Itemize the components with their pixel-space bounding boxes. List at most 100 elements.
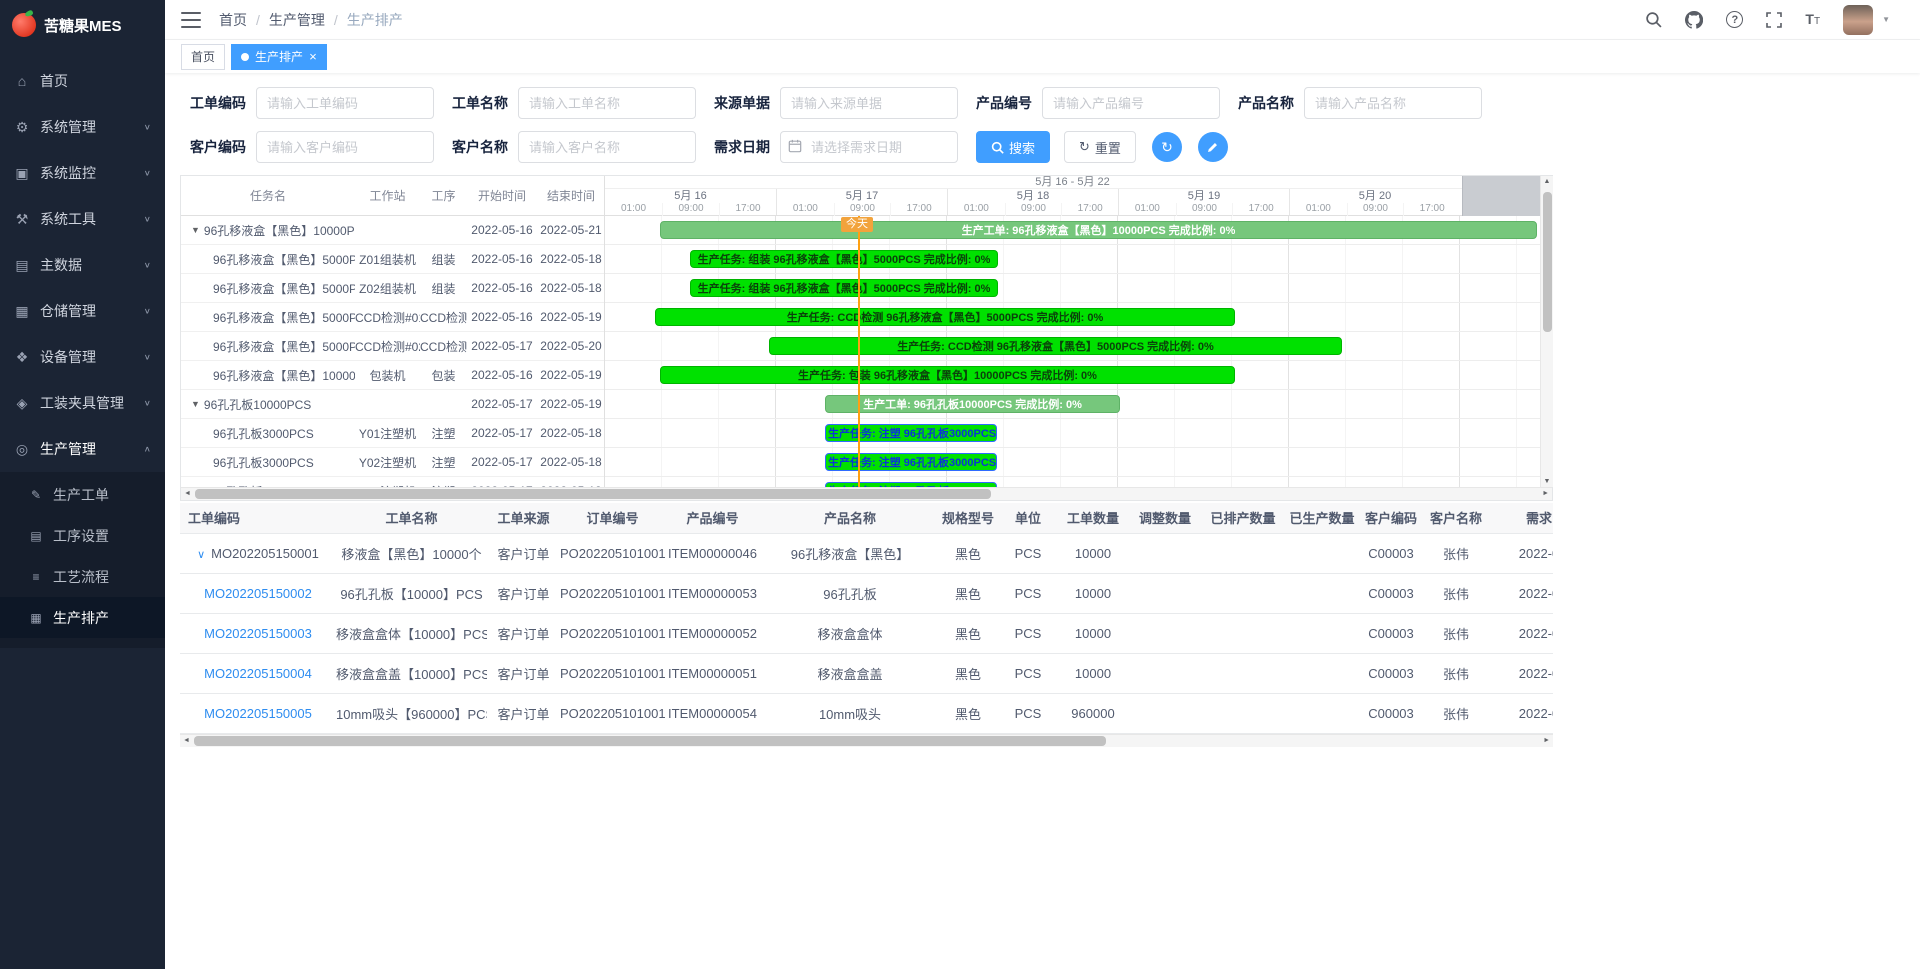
work-order-link[interactable]: MO202205150004 bbox=[204, 666, 312, 681]
hour-label: 17:00 bbox=[890, 203, 947, 216]
sidebar-toggle-icon[interactable] bbox=[181, 12, 201, 28]
vertical-scroll-thumb[interactable] bbox=[1543, 192, 1552, 332]
order-qty: 10000 bbox=[1060, 613, 1126, 653]
order-no: PO202205101001 bbox=[560, 653, 665, 693]
edit-schedule-button[interactable] bbox=[1198, 132, 1228, 162]
help-icon[interactable]: ? bbox=[1726, 11, 1743, 28]
gantt-bar[interactable]: 生产工单: 96孔孔板10000PCS 完成比例: 0% bbox=[825, 395, 1120, 413]
reset-button[interactable]: ↻ 重置 bbox=[1064, 131, 1136, 163]
customer-name: 张伟 bbox=[1420, 613, 1492, 653]
search-button[interactable]: 搜索 bbox=[976, 131, 1050, 163]
sidebar-item[interactable]: ◎ 生产管理 ∧ bbox=[0, 426, 165, 472]
gear-icon: ⚙ bbox=[14, 119, 30, 136]
filter-input[interactable] bbox=[518, 131, 696, 163]
gantt-bar[interactable]: 生产任务: 注塑 96孔孔板3000PCS 完成比例: 0% bbox=[825, 482, 997, 487]
gantt-bar[interactable]: 生产任务: 注塑 96孔孔板3000PCS 完成比例: 0% bbox=[825, 453, 997, 471]
sidebar-subitem[interactable]: ≡ 工艺流程 bbox=[0, 556, 165, 597]
expand-chevron-icon[interactable]: ∨ bbox=[197, 549, 205, 561]
sidebar-item[interactable]: ⚒ 系统工具 ∨ bbox=[0, 196, 165, 242]
scroll-left-icon[interactable]: ◄ bbox=[183, 737, 190, 744]
work-order-link[interactable]: MO202205150001 bbox=[211, 546, 319, 561]
close-icon[interactable]: × bbox=[309, 50, 317, 63]
horizontal-scroll-thumb[interactable] bbox=[194, 736, 1106, 746]
gantt-row: 生产任务: 包装 96孔移液盒【黑色】10000PCS 完成比例: 0% bbox=[605, 361, 1540, 390]
gantt-bar[interactable]: 生产任务: 组装 96孔移液盒【黑色】5000PCS 完成比例: 0% bbox=[690, 250, 998, 268]
filter-input[interactable] bbox=[780, 87, 958, 119]
gantt-grid-row[interactable]: ▼ 96孔移液盒【黑色】10000PCS 2022-05-16 2022-05-… bbox=[181, 216, 604, 245]
search-icon[interactable] bbox=[1645, 11, 1662, 28]
filter-input[interactable] bbox=[256, 131, 434, 163]
gantt-grid-row[interactable]: 96孔移液盒【黑色】5000PCS Z01组装机 组装 2022-05-16 2… bbox=[181, 245, 604, 274]
sidebar-item[interactable]: ❖ 设备管理 ∨ bbox=[0, 334, 165, 380]
scroll-down-icon[interactable]: ▼ bbox=[1541, 478, 1553, 485]
tab[interactable]: 首页 bbox=[181, 44, 225, 70]
gantt-grid-row[interactable]: 96孔移液盒【黑色】5000PCS CCD检测#02 CCD检测 2022-05… bbox=[181, 332, 604, 361]
gantt-grid-row[interactable]: 96孔移液盒【黑色】5000PCS CCD检测#01 CCD检测 2022-05… bbox=[181, 303, 604, 332]
scroll-right-icon[interactable]: ► bbox=[1543, 737, 1550, 744]
sidebar-item[interactable]: ⌂ 首页 bbox=[0, 58, 165, 104]
horizontal-scroll-thumb[interactable] bbox=[195, 489, 991, 499]
gantt-horizontal-scrollbar[interactable]: ◄ ► bbox=[181, 487, 1552, 500]
task-start: 2022-05-16 bbox=[467, 368, 537, 382]
filter-input[interactable] bbox=[518, 87, 696, 119]
gantt-bar[interactable]: 生产工单: 96孔移液盒【黑色】10000PCS 完成比例: 0% bbox=[660, 221, 1537, 239]
gantt-grid-row[interactable]: 96孔移液盒【黑色】5000PCS Z02组装机 组装 2022-05-16 2… bbox=[181, 274, 604, 303]
scroll-left-icon[interactable]: ◄ bbox=[184, 490, 191, 497]
user-avatar[interactable] bbox=[1843, 5, 1873, 35]
filter-input[interactable] bbox=[1304, 87, 1482, 119]
gantt-bar[interactable]: 生产任务: CCD检测 96孔移液盒【黑色】5000PCS 完成比例: 0% bbox=[769, 337, 1342, 355]
app-logo-icon bbox=[12, 13, 36, 37]
task-name: 96孔移液盒【黑色】5000PCS bbox=[181, 251, 355, 268]
column-end-time: 结束时间 bbox=[537, 187, 605, 204]
gantt-bar[interactable]: 生产任务: 注塑 96孔孔板3000PCS 完成比例: 0% bbox=[825, 424, 997, 442]
font-size-icon[interactable]: TT bbox=[1805, 11, 1820, 29]
gantt-grid-row[interactable]: ▼ 96孔孔板10000PCS 2022-05-17 2022-05-19 bbox=[181, 390, 604, 419]
scroll-right-icon[interactable]: ► bbox=[1542, 490, 1549, 497]
avatar-caret-icon[interactable]: ▼ bbox=[1882, 15, 1890, 24]
refresh-gantt-button[interactable]: ↻ bbox=[1152, 132, 1182, 162]
work-order-link[interactable]: MO202205150002 bbox=[204, 586, 312, 601]
sidebar-item[interactable]: ▣ 系统监控 ∨ bbox=[0, 150, 165, 196]
expand-chevron-icon[interactable]: ▼ bbox=[191, 225, 200, 235]
filter-input[interactable] bbox=[256, 87, 434, 119]
master-data-icon: ▤ bbox=[14, 257, 30, 274]
sidebar-item[interactable]: ◈ 工装夹具管理 ∨ bbox=[0, 380, 165, 426]
filter-row-1: 工单编码 工单名称 来源单据 产品编号 bbox=[180, 87, 1555, 119]
sidebar-subitem[interactable]: ▦ 生产排产 bbox=[0, 597, 165, 638]
column-header: 需求日期 bbox=[1492, 503, 1553, 533]
sidebar-subitem[interactable]: ▤ 工序设置 bbox=[0, 515, 165, 556]
gantt-vertical-scrollbar[interactable]: ▲ ▼ bbox=[1540, 176, 1553, 487]
hour-label: 17:00 bbox=[1403, 203, 1460, 216]
gantt-grid-row[interactable]: 96孔移液盒【黑色】10000PCS 包装机 包装 2022-05-16 202… bbox=[181, 361, 604, 390]
sidebar-item[interactable]: ▦ 仓储管理 ∨ bbox=[0, 288, 165, 334]
demand-date: 2022-05-20 bbox=[1492, 573, 1553, 613]
task-end: 2022-05-18 bbox=[537, 455, 604, 469]
work-order-link[interactable]: MO202205150003 bbox=[204, 626, 312, 641]
spec: 黑色 bbox=[940, 573, 996, 613]
expand-chevron-icon[interactable]: ▼ bbox=[191, 399, 200, 409]
filter-input[interactable] bbox=[780, 131, 958, 163]
gantt-grid-row[interactable]: 96孔孔板3000PCS Y01注塑机 注塑 2022-05-17 2022-0… bbox=[181, 419, 604, 448]
customer-name: 张伟 bbox=[1420, 533, 1492, 573]
sidebar-subitem[interactable]: ✎ 生产工单 bbox=[0, 474, 165, 515]
scroll-up-icon[interactable]: ▲ bbox=[1541, 178, 1553, 185]
filter-input[interactable] bbox=[1042, 87, 1220, 119]
gantt-bar[interactable]: 生产任务: 包装 96孔移液盒【黑色】10000PCS 完成比例: 0% bbox=[660, 366, 1235, 384]
gantt-grid-row[interactable]: 96孔孔板3000PCS Y02注塑机 注塑 2022-05-17 2022-0… bbox=[181, 448, 604, 477]
orders-horizontal-scrollbar[interactable]: ◄ ► bbox=[180, 734, 1553, 747]
sidebar-item[interactable]: ⚙ 系统管理 ∨ bbox=[0, 104, 165, 150]
order-qty: 960000 bbox=[1060, 693, 1126, 733]
app-logo[interactable]: 苦糖果MES bbox=[0, 0, 165, 50]
tab[interactable]: 生产排产 × bbox=[231, 44, 327, 70]
gantt-bar[interactable]: 生产任务: CCD检测 96孔移液盒【黑色】5000PCS 完成比例: 0% bbox=[655, 308, 1235, 326]
gantt-grid-row[interactable]: 96孔孔板3000PCS Y03注塑机 注塑 2022-05-17 2022-0… bbox=[181, 477, 604, 487]
table-row: MO202205150002 96孔孔板【10000】PCS 客户订单 PO20… bbox=[180, 573, 1553, 613]
sidebar-item[interactable]: ▤ 主数据 ∨ bbox=[0, 242, 165, 288]
github-icon[interactable] bbox=[1685, 11, 1703, 29]
breadcrumb-item[interactable]: 生产管理 bbox=[269, 10, 325, 30]
fullscreen-icon[interactable] bbox=[1766, 12, 1782, 28]
breadcrumb-item[interactable]: 生产排产 bbox=[347, 10, 403, 30]
work-order-link[interactable]: MO202205150005 bbox=[204, 706, 312, 721]
breadcrumb-item[interactable]: 首页 bbox=[219, 10, 247, 30]
gantt-bar[interactable]: 生产任务: 组装 96孔移液盒【黑色】5000PCS 完成比例: 0% bbox=[690, 279, 998, 297]
